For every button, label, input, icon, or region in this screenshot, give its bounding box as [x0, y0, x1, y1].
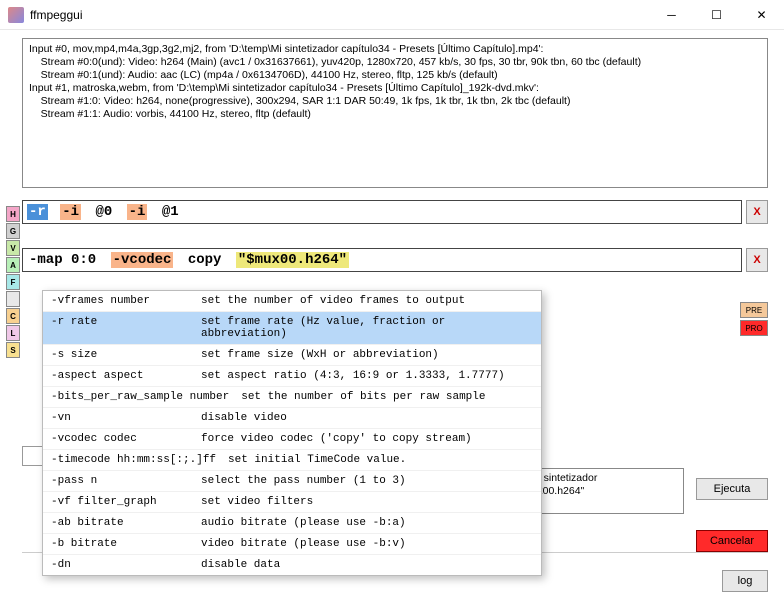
suggestion-description: disable video [201, 412, 533, 424]
sidebar-btn-H[interactable]: H [6, 206, 20, 222]
suggestion-description: audio bitrate (please use -b:a) [201, 517, 533, 529]
suggestion-option: -aspect aspect [51, 370, 201, 382]
suggestion-item[interactable]: -vcodec codecforce video codec ('copy' t… [43, 428, 541, 449]
suggestion-description: select the pass number (1 to 3) [201, 475, 533, 487]
suggestion-description: set the number of bits per raw sample [241, 391, 533, 403]
sidebar-btn-L[interactable]: L [6, 325, 20, 341]
suggestion-item[interactable]: -vndisable video [43, 407, 541, 428]
suggestion-item[interactable]: -aspect aspectset aspect ratio (4:3, 16:… [43, 365, 541, 386]
command-line-2[interactable]: -map 0:0 -vcodec copy "$mux00.h264" [22, 248, 742, 272]
pre-pro-buttons: PRE PRO [740, 302, 768, 336]
remove-line-2-button[interactable]: X [746, 248, 768, 272]
suggestion-option: -vcodec codec [51, 433, 201, 445]
maximize-button[interactable]: ☐ [694, 0, 739, 30]
log-button[interactable]: log [722, 570, 768, 592]
media-info-box[interactable]: Input #0, mov,mp4,m4a,3gp,3g2,mj2, from … [22, 38, 768, 188]
remove-line-1-button[interactable]: X [746, 200, 768, 224]
token-output: "$mux00.h264" [236, 252, 349, 268]
suggestion-item[interactable]: -vf filter_graphset video filters [43, 491, 541, 512]
pro-button[interactable]: PRO [740, 320, 768, 336]
minimize-button[interactable]: ─ [649, 0, 694, 30]
close-button[interactable]: ✕ [739, 0, 784, 30]
sidebar-btn-A[interactable]: A [6, 257, 20, 273]
suggestion-option: -r rate [51, 316, 201, 340]
command-line-1[interactable]: -r -i @0 -i @1 [22, 200, 742, 224]
app-icon [8, 7, 24, 23]
suggestion-option: -timecode hh:mm:ss[:;.]ff [51, 454, 216, 466]
suggestion-description: video bitrate (please use -b:v) [201, 538, 533, 550]
token-vcodec: -vcodec [111, 252, 174, 268]
token-i2: -i [127, 204, 148, 220]
suggestion-description: set the number of video frames to output [201, 295, 533, 307]
suggestion-item[interactable]: -r rateset frame rate (Hz value, fractio… [43, 311, 541, 344]
suggestion-item[interactable]: -s sizeset frame size (WxH or abbreviati… [43, 344, 541, 365]
sidebar-btn-C[interactable]: C [6, 308, 20, 324]
suggestion-description: force video codec ('copy' to copy stream… [201, 433, 533, 445]
execute-button[interactable]: Ejecuta [696, 478, 768, 500]
token-copy: copy [186, 252, 224, 268]
titlebar: ffmpeggui ─ ☐ ✕ [0, 0, 784, 30]
category-sidebar: HGVAF CLS [6, 206, 20, 358]
suggestion-option: -pass n [51, 475, 201, 487]
suggestion-description: set frame rate (Hz value, fraction or ab… [201, 316, 533, 340]
cancel-button[interactable]: Cancelar [696, 530, 768, 552]
suggestion-option: -vframes number [51, 295, 201, 307]
sidebar-btn-V[interactable]: V [6, 240, 20, 256]
suggestion-option: -vf filter_graph [51, 496, 201, 508]
suggestion-option: -dn [51, 559, 201, 571]
token-map: -map 0:0 [27, 252, 98, 268]
window-title: ffmpeggui [30, 8, 649, 22]
suggestion-item[interactable]: -pass nselect the pass number (1 to 3) [43, 470, 541, 491]
suggestion-description: disable data [201, 559, 533, 571]
sidebar-btn-blank[interactable] [6, 291, 20, 307]
sidebar-btn-F[interactable]: F [6, 274, 20, 290]
sidebar-btn-S[interactable]: S [6, 342, 20, 358]
suggestion-item[interactable]: -vframes numberset the number of video f… [43, 291, 541, 311]
suggestion-item[interactable]: -b bitratevideo bitrate (please use -b:v… [43, 533, 541, 554]
suggestion-item[interactable]: -ab bitrateaudio bitrate (please use -b:… [43, 512, 541, 533]
pre-button[interactable]: PRE [740, 302, 768, 318]
suggestion-option: -vn [51, 412, 201, 424]
token-i1: -i [60, 204, 81, 220]
suggestion-description: set aspect ratio (4:3, 16:9 or 1.3333, 1… [201, 370, 533, 382]
suggestion-option: -s size [51, 349, 201, 361]
autocomplete-popup[interactable]: -vframes numberset the number of video f… [42, 290, 542, 576]
suggestion-description: set video filters [201, 496, 533, 508]
suggestion-description: set frame size (WxH or abbreviation) [201, 349, 533, 361]
sidebar-btn-G[interactable]: G [6, 223, 20, 239]
token-at1: @1 [160, 204, 181, 220]
suggestion-item[interactable]: -timecode hh:mm:ss[:;.]ff set initial Tim… [43, 449, 541, 470]
token-at0: @0 [93, 204, 114, 220]
suggestion-option: -ab bitrate [51, 517, 201, 529]
suggestion-item[interactable]: -dndisable data [43, 554, 541, 575]
suggestion-item[interactable]: -bits_per_raw_sample number set the numbe… [43, 386, 541, 407]
suggestion-option: -bits_per_raw_sample number [51, 391, 229, 403]
token-r: -r [27, 204, 48, 220]
suggestion-option: -b bitrate [51, 538, 201, 550]
suggestion-description: set initial TimeCode value. [228, 454, 533, 466]
